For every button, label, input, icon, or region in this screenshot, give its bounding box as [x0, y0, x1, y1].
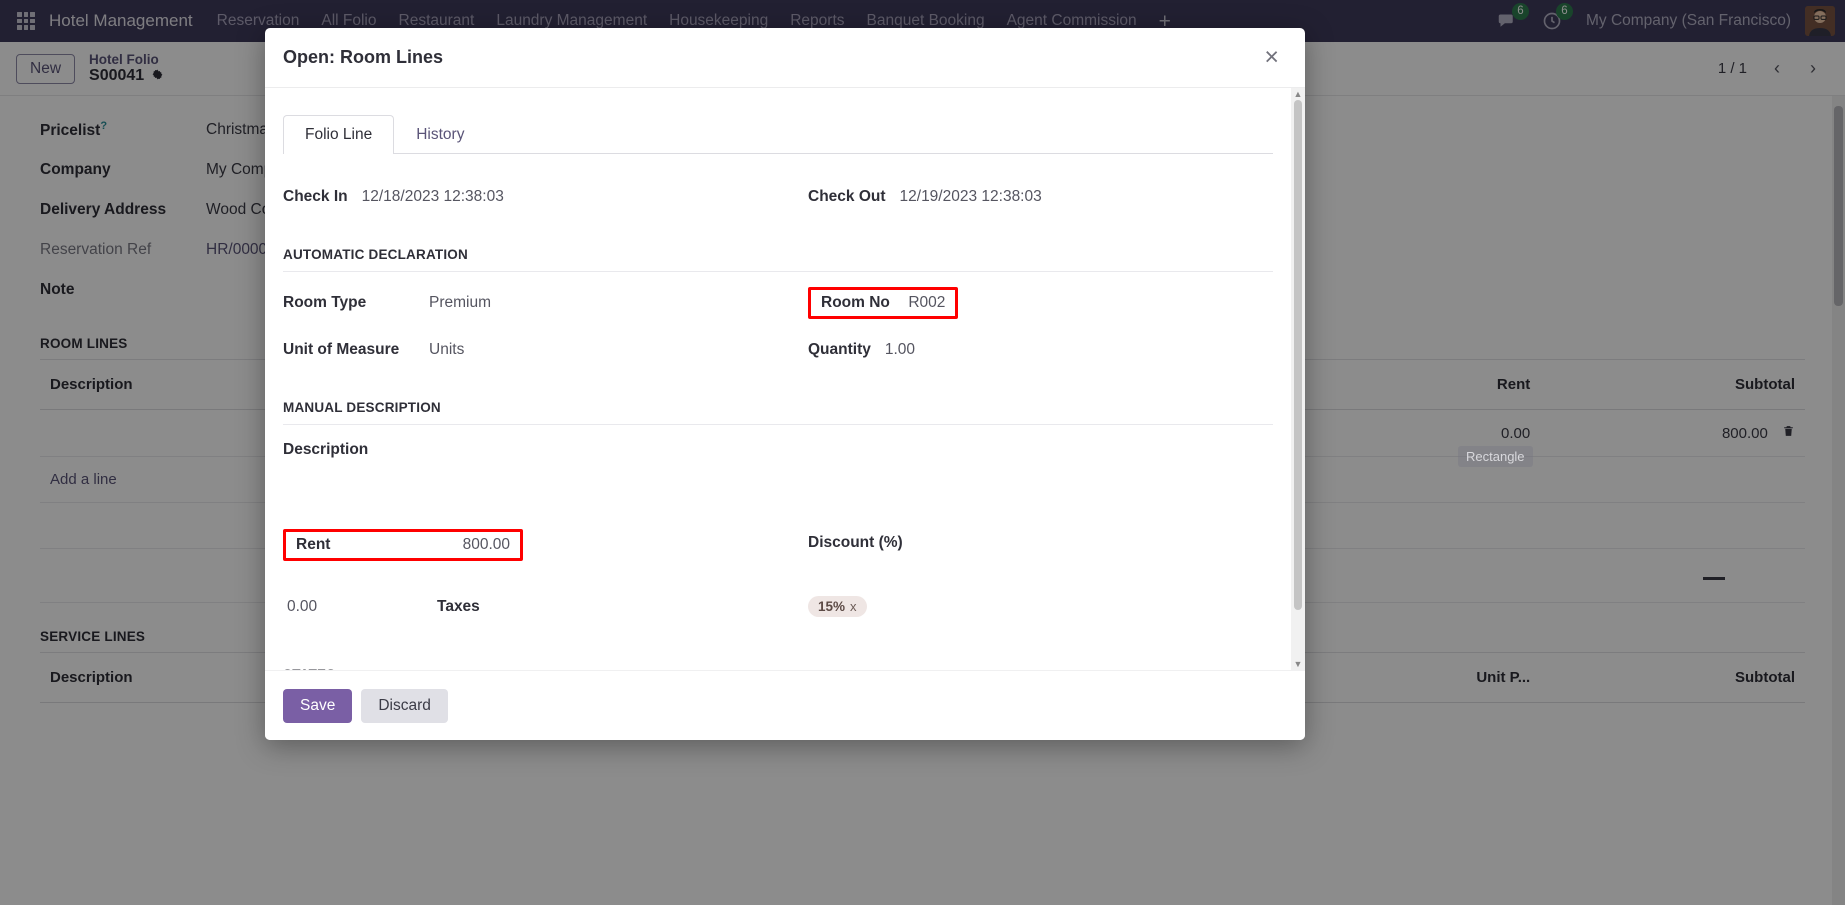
field-checkout: Check Out 12/19/2023 12:38:03	[778, 176, 1273, 217]
field-tax-tags: 15% x	[778, 586, 1273, 627]
field-unit-of-measure: Unit of Measure Units	[283, 329, 778, 370]
tax-tag-label: 15%	[818, 599, 845, 614]
automatic-declaration-title: AUTOMATIC DECLARATION	[283, 247, 1273, 272]
room-type-room-no-row: Room Type Premium Room No R002	[283, 282, 1273, 323]
room-no-highlight: Room No R002	[808, 287, 958, 319]
dialog-title: Open: Room Lines	[283, 47, 443, 68]
tab-folio-line[interactable]: Folio Line	[283, 115, 394, 154]
checkin-checkout-row: Check In 12/18/2023 12:38:03 Check Out 1…	[283, 176, 1273, 217]
label-taxes: Taxes	[437, 598, 480, 616]
dialog-footer: Save Discard	[265, 670, 1305, 740]
close-icon[interactable]: ×	[1256, 43, 1287, 72]
label-unit-of-measure: Unit of Measure	[283, 341, 415, 359]
field-room-type: Room Type Premium	[283, 282, 778, 323]
label-rent: Rent	[296, 536, 330, 554]
tab-history[interactable]: History	[394, 115, 486, 154]
field-description: Description	[283, 441, 1273, 525]
rent-highlight: Rent 800.00	[283, 529, 523, 561]
chevron-up-icon[interactable]: ▲	[1294, 88, 1303, 100]
label-quantity: Quantity	[808, 341, 871, 359]
manual-description-title: MANUAL DESCRIPTION	[283, 400, 1273, 425]
field-discount: Discount (%)	[778, 529, 1273, 570]
label-check-out: Check Out	[808, 188, 886, 206]
label-discount: Discount (%)	[808, 529, 903, 552]
value-quantity[interactable]: 1.00	[885, 341, 915, 359]
value-unit-of-measure[interactable]: Units	[429, 341, 464, 359]
states-title: STATES	[283, 667, 1273, 670]
label-check-in: Check In	[283, 188, 348, 206]
chevron-down-icon[interactable]: ▼	[1294, 658, 1303, 670]
rent-discount-row: Rent 800.00 Discount (%)	[283, 529, 1273, 570]
value-check-in[interactable]: 12/18/2023 12:38:03	[362, 188, 504, 206]
value-room-no[interactable]: R002	[908, 294, 945, 311]
close-icon[interactable]: x	[850, 599, 857, 614]
discard-button[interactable]: Discard	[361, 689, 448, 723]
dialog-body: Folio Line History Check In 12/18/2023 1…	[265, 88, 1305, 670]
field-checkin: Check In 12/18/2023 12:38:03	[283, 176, 778, 217]
dialog-scrollbar-thumb[interactable]	[1294, 100, 1302, 610]
field-taxes: 0.00 Taxes	[283, 586, 778, 627]
dialog-tabs: Folio Line History	[283, 114, 1273, 154]
dialog-scroll-area: Folio Line History Check In 12/18/2023 1…	[265, 88, 1291, 670]
dialog-header: Open: Room Lines ×	[265, 28, 1305, 88]
description-input[interactable]	[283, 459, 1273, 525]
save-button[interactable]: Save	[283, 689, 352, 723]
value-rent[interactable]: 800.00	[463, 536, 510, 554]
field-rent: Rent 800.00	[283, 529, 778, 570]
label-description: Description	[283, 441, 1273, 459]
taxes-row: 0.00 Taxes 15% x	[283, 586, 1273, 627]
dialog-scrollbar[interactable]: ▲ ▼	[1291, 88, 1305, 670]
field-quantity: Quantity 1.00	[778, 329, 1273, 370]
label-room-type: Room Type	[283, 294, 415, 312]
uom-quantity-row: Unit of Measure Units Quantity 1.00	[283, 329, 1273, 370]
value-check-out[interactable]: 12/19/2023 12:38:03	[900, 188, 1042, 206]
value-taxes-amount[interactable]: 0.00	[287, 598, 437, 616]
room-lines-dialog: Open: Room Lines × Folio Line History Ch…	[265, 28, 1305, 740]
value-room-type[interactable]: Premium	[429, 294, 491, 312]
field-room-no: Room No R002	[778, 282, 1273, 323]
tax-tag[interactable]: 15% x	[808, 596, 867, 617]
label-room-no: Room No	[821, 294, 890, 311]
